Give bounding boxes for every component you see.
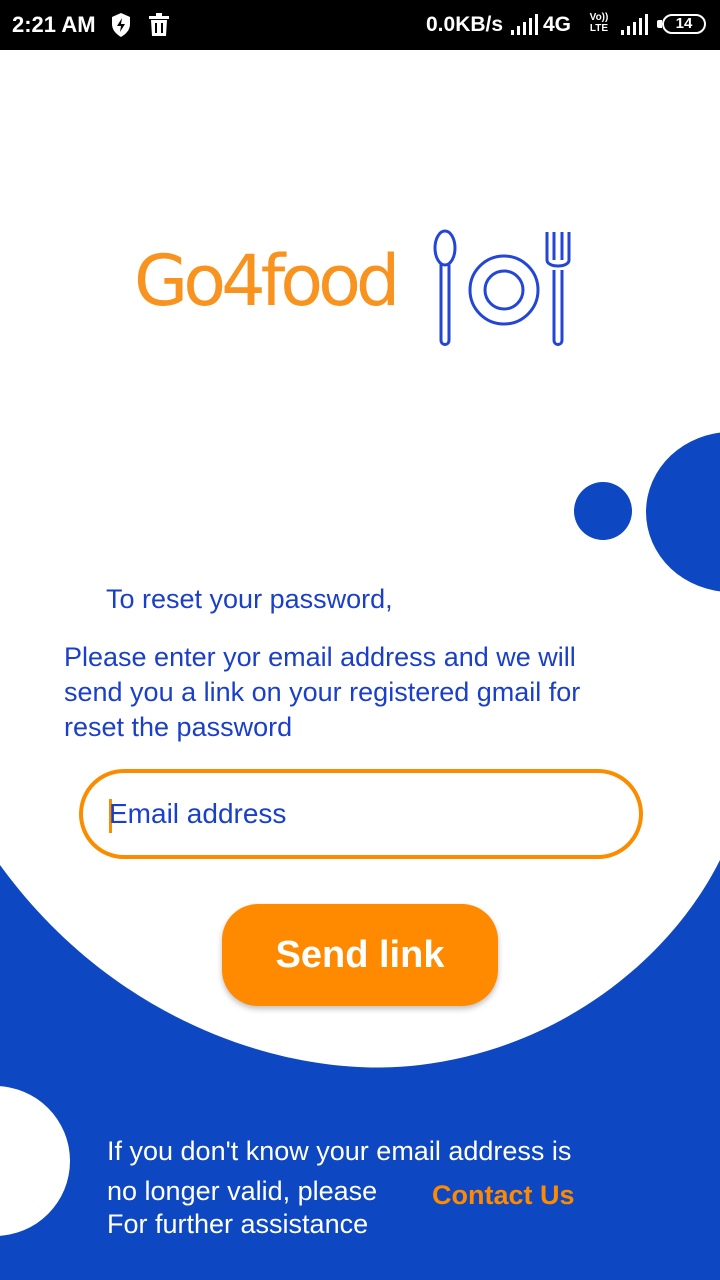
footer-text-line-3: For further assistance bbox=[107, 1209, 369, 1239]
reset-password-screen: 2:21 AM 0.0KB/s 4G Vo)) LTE 14 Go4food T… bbox=[0, 0, 720, 1280]
send-link-button[interactable]: Send link bbox=[222, 904, 498, 1006]
decorative-circle-small bbox=[574, 482, 632, 540]
shield-bolt-icon bbox=[112, 13, 130, 37]
network-type: 4G bbox=[543, 13, 572, 36]
email-field[interactable] bbox=[79, 769, 643, 859]
volte-indicator: Vo)) LTE bbox=[587, 12, 611, 34]
battery-icon: 14 bbox=[662, 14, 706, 34]
volte-top: Vo)) bbox=[589, 12, 609, 23]
status-bar: 2:21 AM 0.0KB/s 4G Vo)) LTE 14 bbox=[0, 0, 720, 50]
footer-text-line-2: no longer valid, please bbox=[107, 1176, 378, 1206]
reset-heading: To reset your password, bbox=[106, 584, 393, 614]
trash-icon bbox=[149, 13, 169, 36]
footer-text-line-1: If you don't know your email address is bbox=[107, 1136, 572, 1166]
volte-bottom: LTE bbox=[589, 23, 609, 34]
app-logo: Go4food bbox=[134, 228, 584, 352]
email-input[interactable] bbox=[109, 791, 609, 837]
contact-us-link[interactable]: Contact Us bbox=[432, 1180, 575, 1211]
signal-icon bbox=[511, 14, 538, 35]
reset-description: Please enter yor email address and we wi… bbox=[64, 642, 581, 742]
battery-level: 14 bbox=[675, 15, 693, 32]
network-speed: 0.0KB/s bbox=[426, 13, 504, 36]
status-time: 2:21 AM bbox=[12, 12, 96, 37]
logo-text: Go4food bbox=[134, 240, 400, 322]
signal-icon-2 bbox=[621, 14, 648, 35]
cutlery-plate-icon bbox=[433, 229, 571, 346]
